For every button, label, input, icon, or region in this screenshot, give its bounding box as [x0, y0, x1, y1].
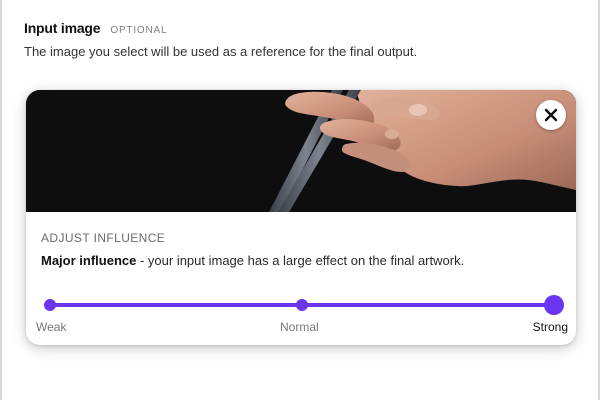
slider-thumb[interactable] — [544, 295, 564, 315]
influence-level-description: - your input image has a large effect on… — [136, 253, 465, 268]
optional-tag: OPTIONAL — [110, 25, 168, 36]
adjust-influence-heading: ADJUST INFLUENCE — [41, 231, 166, 245]
section-title: Input image — [24, 20, 101, 36]
influence-slider[interactable] — [42, 295, 564, 315]
hand-holding-chopsticks-photo — [26, 90, 576, 212]
input-image-card: ADJUST INFLUENCE Major influence - your … — [26, 90, 576, 345]
slider-label-weak[interactable]: Weak — [36, 320, 66, 334]
influence-description: Major influence - your input image has a… — [41, 253, 464, 268]
slider-label-strong[interactable]: Strong — [533, 320, 568, 334]
input-image-panel: Input image OPTIONAL The image you selec… — [0, 0, 600, 400]
remove-image-button[interactable] — [536, 100, 566, 130]
image-preview[interactable] — [26, 90, 576, 212]
influence-level-name: Major influence — [41, 253, 137, 268]
slider-stop-normal[interactable] — [296, 299, 308, 311]
section-header: Input image OPTIONAL — [24, 20, 167, 36]
panel-left-border — [0, 0, 2, 400]
slider-stop-weak[interactable] — [44, 299, 56, 311]
slider-label-normal[interactable]: Normal — [280, 320, 319, 334]
section-description: The image you select will be used as a r… — [24, 44, 418, 59]
close-icon — [544, 108, 558, 122]
